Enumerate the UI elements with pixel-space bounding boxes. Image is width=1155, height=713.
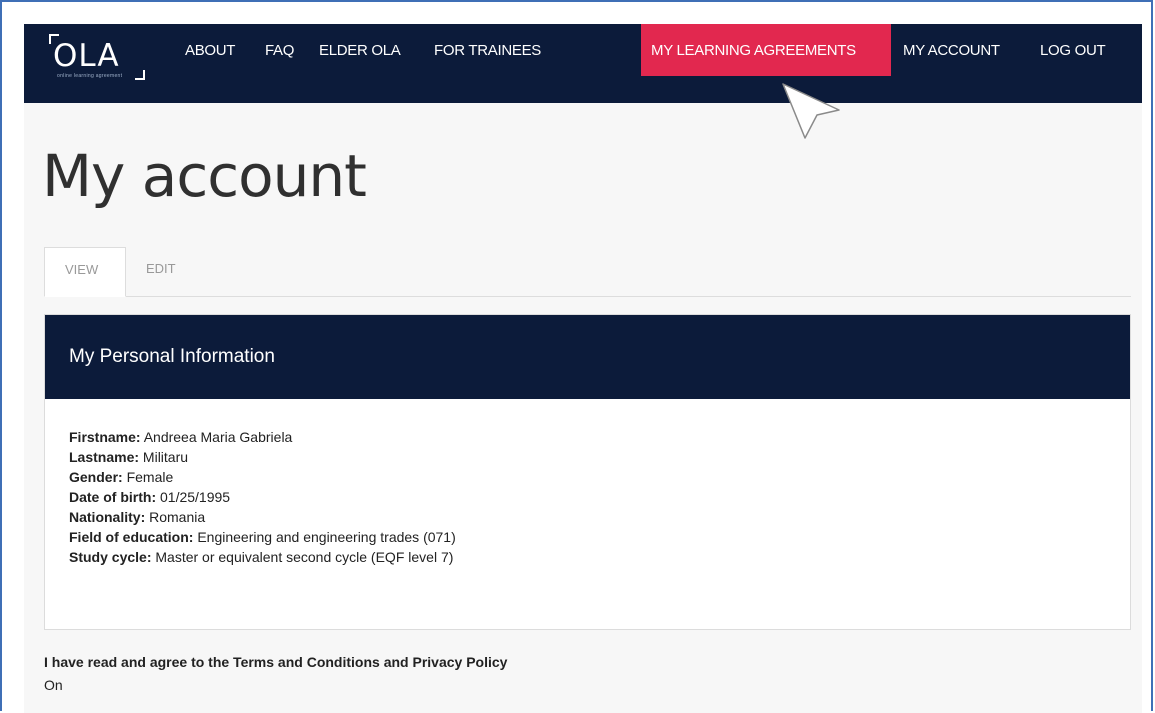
field-label: Firstname:: [69, 429, 141, 445]
field-study-cycle: Study cycle: Master or equivalent second…: [69, 547, 456, 567]
panel-body: Firstname: Andreea Maria Gabriela Lastna…: [69, 427, 456, 567]
field-nationality: Nationality: Romania: [69, 507, 456, 527]
field-gender: Gender: Female: [69, 467, 456, 487]
field-label: Date of birth:: [69, 489, 157, 505]
nav-my-learning-agreements[interactable]: MY LEARNING AGREEMENTS: [641, 24, 891, 76]
personal-information-panel: My Personal Information Firstname: Andre…: [44, 314, 1131, 630]
field-label: Nationality:: [69, 509, 146, 525]
ola-logo[interactable]: OLA online learning agreement: [49, 34, 145, 82]
field-value: Romania: [149, 509, 206, 525]
field-label: Lastname:: [69, 449, 140, 465]
logo-bracket-icon: [135, 70, 145, 80]
logo-tagline: online learning agreement: [57, 73, 123, 79]
field-value: Engineering and engineering trades (071): [197, 529, 456, 545]
screenshot-frame: OLA online learning agreement ABOUT FAQ …: [0, 0, 1153, 713]
tab-edit[interactable]: EDIT: [146, 247, 196, 295]
nav-log-out[interactable]: LOG OUT: [1040, 42, 1106, 59]
field-date-of-birth: Date of birth: 01/25/1995: [69, 487, 456, 507]
top-navbar: OLA online learning agreement ABOUT FAQ …: [24, 24, 1142, 103]
terms-agreement-value: On: [44, 677, 63, 693]
account-tabs: VIEW EDIT: [44, 247, 1131, 297]
field-label: Field of education:: [69, 529, 194, 545]
field-label: Study cycle:: [69, 549, 152, 565]
page: OLA online learning agreement ABOUT FAQ …: [24, 24, 1142, 713]
page-title: My account: [42, 142, 367, 210]
field-firstname: Firstname: Andreea Maria Gabriela: [69, 427, 456, 447]
field-label: Gender:: [69, 469, 123, 485]
terms-agreement-label: I have read and agree to the Terms and C…: [44, 654, 508, 670]
field-value: Andreea Maria Gabriela: [143, 429, 293, 445]
nav-elder-ola[interactable]: ELDER OLA: [319, 42, 401, 59]
nav-my-account[interactable]: MY ACCOUNT: [903, 42, 1000, 59]
field-value: Master or equivalent second cycle (EQF l…: [155, 549, 454, 565]
logo-text: OLA: [53, 38, 120, 74]
nav-for-trainees[interactable]: FOR TRAINEES: [434, 42, 541, 59]
field-value: 01/25/1995: [160, 489, 231, 505]
nav-faq[interactable]: FAQ: [265, 42, 294, 59]
nav-my-learning-agreements-label: MY LEARNING AGREEMENTS: [651, 42, 856, 59]
panel-title: My Personal Information: [69, 346, 275, 367]
mouse-cursor-icon: [782, 83, 840, 139]
panel-header: My Personal Information: [45, 315, 1130, 399]
field-lastname: Lastname: Militaru: [69, 447, 456, 467]
nav-about[interactable]: ABOUT: [185, 42, 235, 59]
field-value: Female: [126, 469, 174, 485]
tab-view[interactable]: VIEW: [44, 247, 126, 297]
field-field-of-education: Field of education: Engineering and engi…: [69, 527, 456, 547]
field-value: Militaru: [142, 449, 189, 465]
